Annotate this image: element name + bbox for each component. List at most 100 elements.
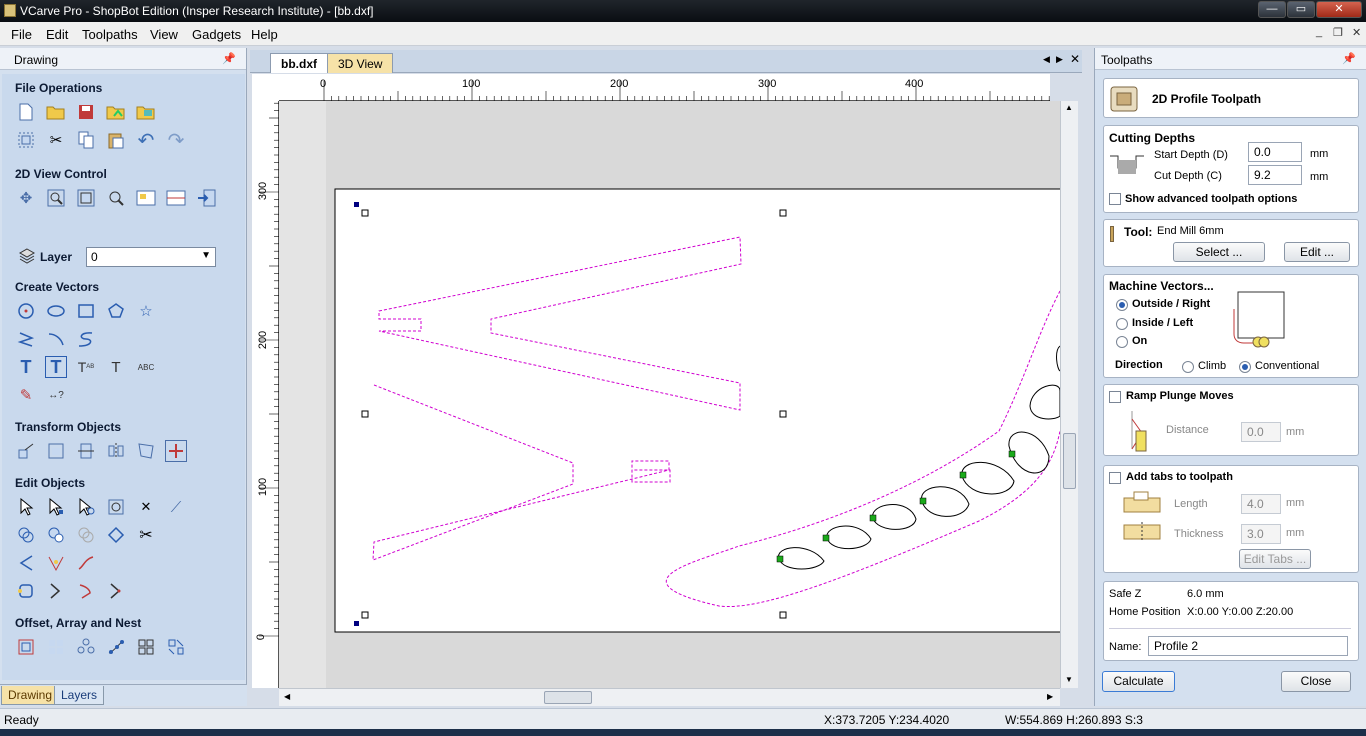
drawing-svg[interactable]	[279, 101, 1060, 688]
close-window-button[interactable]: ✕	[1316, 1, 1362, 18]
minimize-button[interactable]: —	[1258, 1, 1286, 18]
circular-copy-icon[interactable]	[75, 636, 97, 658]
close-document-icon[interactable]: ✕	[1070, 52, 1080, 66]
text-on-curve-icon[interactable]: T AB	[75, 356, 97, 378]
view-split-icon[interactable]	[165, 187, 187, 209]
trim-vectors-icon[interactable]: ✂	[135, 524, 157, 546]
copy-along-vector-icon[interactable]	[105, 636, 127, 658]
menu-gadgets[interactable]: Gadgets	[192, 27, 241, 42]
measure-icon[interactable]: ⟋	[165, 496, 187, 518]
cut-vector-icon[interactable]	[105, 580, 127, 602]
curve-fit-icon[interactable]	[45, 552, 67, 574]
align-object-icon[interactable]	[45, 440, 67, 462]
zoom-selected-icon[interactable]	[105, 187, 127, 209]
toolpath-name-input[interactable]: Profile 2	[1148, 636, 1348, 656]
on-radio[interactable]	[1116, 336, 1128, 348]
draw-text-icon[interactable]: T	[15, 356, 37, 378]
mdi-minimize-button[interactable]: _	[1316, 26, 1322, 38]
job-setup-icon[interactable]	[15, 129, 37, 151]
mirror-object-icon[interactable]	[105, 440, 127, 462]
tab-drawing[interactable]: Drawing	[1, 686, 60, 705]
zoom-box-icon[interactable]	[45, 187, 67, 209]
horizontal-scrollbar[interactable]: ◀ ▶	[279, 688, 1060, 706]
cut-icon[interactable]: ✂	[45, 129, 67, 151]
select-tool-button[interactable]: Select ...	[1173, 242, 1265, 262]
vertical-scroll-thumb[interactable]	[1063, 433, 1076, 489]
view-drawing-icon[interactable]	[135, 187, 157, 209]
zoom-extents-icon[interactable]	[75, 187, 97, 209]
weld-vectors-icon[interactable]	[15, 524, 37, 546]
draw-curve-icon[interactable]	[75, 328, 97, 350]
draw-circle-icon[interactable]	[15, 300, 37, 322]
center-object-icon[interactable]	[75, 440, 97, 462]
tab-scroll-left-icon[interactable]: ◀	[1043, 54, 1050, 65]
draw-ellipse-icon[interactable]	[45, 300, 67, 322]
paste-icon[interactable]	[105, 129, 127, 151]
scroll-right-icon[interactable]: ▶	[1047, 692, 1053, 701]
interactive-select-icon[interactable]	[75, 496, 97, 518]
auto-layout-text-icon[interactable]: T	[45, 356, 67, 378]
pin-icon[interactable]: 📌	[1342, 52, 1356, 65]
fit-text-icon[interactable]: T	[105, 356, 127, 378]
draw-arc-icon[interactable]	[45, 328, 67, 350]
import-vectors-icon[interactable]	[105, 101, 127, 123]
menu-edit[interactable]: Edit	[46, 27, 68, 42]
outside-right-radio[interactable]	[1116, 299, 1128, 311]
select-similar-icon[interactable]	[105, 496, 127, 518]
undo-icon[interactable]: ↶	[135, 129, 157, 152]
inside-left-radio[interactable]	[1116, 318, 1128, 330]
draw-polyline-icon[interactable]	[15, 328, 37, 350]
tab-3d-view[interactable]: 3D View	[327, 53, 394, 73]
open-file-icon[interactable]	[45, 101, 67, 123]
start-depth-input[interactable]: 0.0	[1248, 142, 1302, 162]
ramp-distance-input[interactable]: 0.0	[1241, 422, 1281, 442]
horizontal-scroll-thumb[interactable]	[544, 691, 592, 704]
redo-icon[interactable]: ↷	[165, 129, 187, 152]
cut-depth-input[interactable]: 9.2	[1248, 165, 1302, 185]
close-vector-icon[interactable]	[45, 580, 67, 602]
import-bitmap-icon[interactable]	[135, 101, 157, 123]
delete-selection-icon[interactable]: ✕	[135, 496, 157, 518]
scroll-up-icon[interactable]: ▲	[1065, 103, 1073, 112]
mdi-close-button[interactable]: ✕	[1352, 26, 1361, 39]
pan-icon[interactable]: ✥	[15, 187, 37, 209]
edit-tool-button[interactable]: Edit ...	[1284, 242, 1350, 262]
calculate-button[interactable]: Calculate	[1102, 671, 1175, 692]
intersect-vectors-icon[interactable]	[75, 524, 97, 546]
drawing-canvas[interactable]	[279, 101, 1060, 688]
climb-radio[interactable]	[1182, 361, 1194, 373]
draw-polygon-icon[interactable]	[105, 300, 127, 322]
conventional-radio[interactable]	[1239, 361, 1251, 373]
tab-length-input[interactable]: 4.0	[1241, 494, 1281, 514]
advanced-options-checkbox[interactable]	[1109, 193, 1121, 205]
trace-bitmap-icon[interactable]: ✎	[15, 384, 37, 406]
offset-icon[interactable]	[15, 636, 37, 658]
menu-view[interactable]: View	[150, 27, 178, 42]
vertical-scrollbar[interactable]: ▲ ▼	[1060, 101, 1078, 688]
new-file-icon[interactable]	[15, 101, 37, 123]
close-panel-button[interactable]: Close	[1281, 671, 1351, 692]
tab-layers[interactable]: Layers	[54, 686, 105, 705]
dimension-icon[interactable]: ↔?	[45, 384, 67, 406]
text-arc-icon[interactable]: ABC	[135, 356, 157, 378]
scroll-left-icon[interactable]: ◀	[284, 692, 290, 701]
layer-dropdown[interactable]: 0 ▼	[86, 247, 216, 267]
menu-file[interactable]: File	[11, 27, 32, 42]
block-copy-icon[interactable]	[45, 636, 67, 658]
array-copy-icon[interactable]	[135, 636, 157, 658]
nest-parts-icon[interactable]	[165, 636, 187, 658]
tab-thickness-input[interactable]: 3.0	[1241, 524, 1281, 544]
node-edit-icon[interactable]	[45, 496, 67, 518]
offset-vector-icon[interactable]	[75, 580, 97, 602]
draw-star-icon[interactable]: ☆	[135, 300, 157, 322]
draw-rectangle-icon[interactable]	[75, 300, 97, 322]
distort-object-icon[interactable]	[135, 440, 157, 462]
edit-tabs-button[interactable]: Edit Tabs ...	[1239, 549, 1311, 569]
save-icon[interactable]	[75, 101, 97, 123]
fillet-icon[interactable]	[15, 552, 37, 574]
menu-toolpaths[interactable]: Toolpaths	[82, 27, 138, 42]
smart-join-icon[interactable]	[105, 524, 127, 546]
move-object-icon[interactable]	[15, 440, 37, 462]
view-3d-icon[interactable]	[195, 187, 217, 209]
maximize-button[interactable]: ▭	[1287, 1, 1315, 18]
